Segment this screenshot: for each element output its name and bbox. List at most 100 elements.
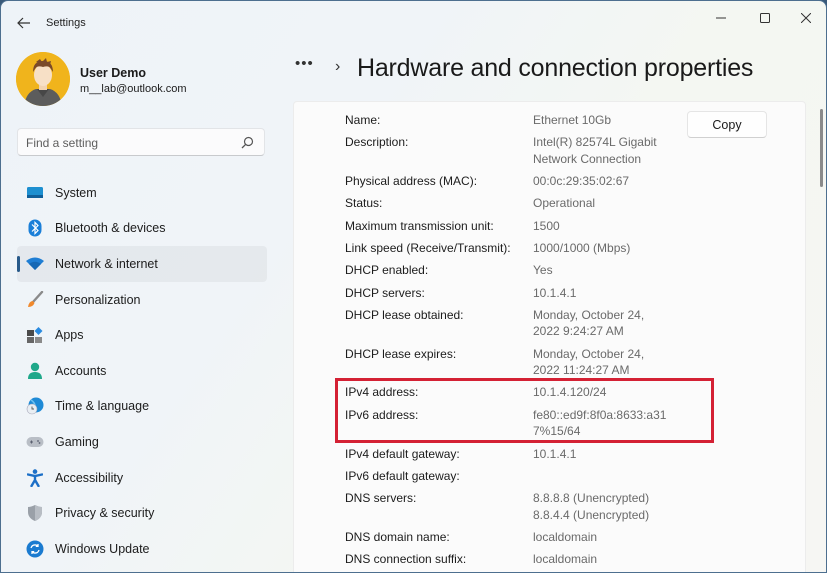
property-row: DNS connection suffix: localdomain [345,551,685,568]
property-value: localdomain [533,551,673,568]
minimize-button[interactable] [701,7,741,29]
property-row: IPv4 address: 10.1.4.120/24 [345,384,685,401]
property-label: DHCP lease obtained: [345,307,464,322]
property-value-line: Operational [533,196,596,211]
selected-indicator [17,256,20,273]
property-row: DHCP lease expires: Monday, October 24, 20… [345,346,685,379]
property-value: Operational [533,195,673,212]
back-button[interactable] [13,13,35,33]
sidebar-item-label: Apps [55,328,84,343]
close-button[interactable] [786,7,826,29]
property-label: Physical address (MAC): [345,174,478,189]
copy-button[interactable]: Copy [687,111,767,138]
sidebar-item-accounts[interactable]: Accounts [17,353,267,389]
property-value-line: Monday, October 24, [533,307,645,322]
property-label: IPv6 address: [345,407,419,422]
sidebar-item-windows-update[interactable]: Windows Update [17,531,267,567]
close-icon [801,13,811,23]
search-input[interactable] [26,134,231,152]
vertical-scrollbar[interactable] [820,109,823,187]
property-value-line: 2022 9:24:27 AM [533,324,624,339]
maximize-button[interactable] [745,7,785,29]
property-value-line: 1500 [533,218,560,233]
search-box[interactable] [17,128,265,156]
sidebar-item-gaming[interactable]: Gaming [17,424,267,460]
back-arrow-icon [17,17,30,29]
user-name: User Demo [80,66,146,80]
property-value-line: 7%15/64 [533,424,581,439]
property-value: 1000/1000 (Mbps) [533,240,673,257]
property-value-line: 10.1.4.1 [533,446,577,461]
property-label: DHCP lease expires: [345,346,457,361]
property-label: DNS connection suffix: [345,552,467,567]
globe-clock-icon [26,397,44,415]
minimize-icon [716,17,726,19]
property-row: IPv4 default gateway: 10.1.4.1 [345,446,685,463]
sidebar-item-privacy-security[interactable]: Privacy & security [17,495,267,531]
property-row: DHCP servers: 10.1.4.1 [345,285,685,302]
property-row: Status: Operational [345,195,685,212]
property-row: DNS servers: 8.8.8.8 (Unencrypted) 8.8.4.4… [345,490,685,523]
person-icon [26,362,44,380]
sidebar-item-system[interactable]: System [17,175,267,211]
property-row: Description: Intel(R) 82574L Gigabit Netwo… [345,134,685,167]
maximize-icon [760,13,770,23]
title-bar: Settings [1,1,826,45]
wifi-icon [26,255,44,273]
avatar [16,52,70,106]
property-value-line: 10.1.4.120/24 [533,385,607,400]
sidebar-item-apps[interactable]: Apps [17,317,267,353]
property-value-line: localdomain [533,529,598,544]
property-value-line: localdomain [533,552,598,567]
property-label: IPv4 default gateway: [345,446,460,461]
avatar-icon [16,52,70,106]
property-label: Name: [345,113,381,127]
system-icon [26,184,44,202]
sidebar-item-label: Windows Update [55,541,150,556]
property-value: Intel(R) 82574L Gigabit Network Connectio… [533,134,673,167]
sidebar-item-label: Accounts [55,363,107,378]
sidebar-item-network-internet[interactable]: Network & internet [17,246,267,282]
brush-icon [26,290,44,309]
property-label: Description: [345,135,409,150]
property-value: 10.1.4.1 [533,446,673,463]
breadcrumb-more-button[interactable]: ••• [295,56,319,75]
update-icon [26,540,44,558]
property-value-line: fe80::ed9f:8f0a:8633:a31 [533,407,667,422]
sidebar-nav: System Bluetooth & devices Network & int… [17,175,267,567]
search-icon[interactable] [241,136,254,149]
property-label: DHCP enabled: [345,263,429,278]
property-value: 00:0c:29:35:02:67 [533,173,673,190]
property-row: IPv6 address: fe80::ed9f:8f0a:8633:a317%1… [345,407,685,440]
property-value-line: Yes [533,263,553,278]
sidebar-item-label: Privacy & security [55,506,155,521]
property-value [533,468,673,485]
sidebar-item-label: Gaming [55,434,99,449]
property-row: Maximum transmission unit: 1500 [345,218,685,235]
gamepad-icon [26,433,44,451]
property-label: IPv4 address: [345,385,419,400]
shield-icon [26,504,44,522]
page-title: Hardware and connection properties [357,54,754,82]
sidebar-item-label: Bluetooth & devices [55,221,166,236]
property-label: Link speed (Receive/Transmit): [345,240,511,255]
property-label: DHCP servers: [345,285,425,300]
property-label: DNS domain name: [345,529,450,544]
property-value-line: 2022 11:24:27 AM [533,363,630,378]
property-row: Physical address (MAC): 00:0c:29:35:02:67 [345,173,685,190]
property-row: Link speed (Receive/Transmit): 1000/1000 … [345,240,685,257]
sidebar-item-bluetooth-devices[interactable]: Bluetooth & devices [17,211,267,247]
property-row: DHCP lease obtained: Monday, October 24, 2… [345,307,685,340]
property-label: Status: [345,196,383,211]
sidebar-item-label: System [55,185,97,200]
properties-list: Name: Ethernet 10Gb Description: Intel(R) 8… [345,112,685,572]
property-value-line: Monday, October 24, [533,346,645,361]
user-email: m__lab@outlook.com [80,83,187,95]
property-value-line: 8.8.8.8 (Unencrypted) [533,491,650,506]
app-title: Settings [46,17,86,29]
sidebar-item-personalization[interactable]: Personalization [17,282,267,318]
sidebar-item-accessibility[interactable]: Accessibility [17,460,267,496]
sidebar-item-time-language[interactable]: Time & language [17,389,267,425]
property-row: IPv6 default gateway: [345,468,685,485]
user-profile[interactable]: User Demo m__lab@outlook.com [16,52,276,108]
